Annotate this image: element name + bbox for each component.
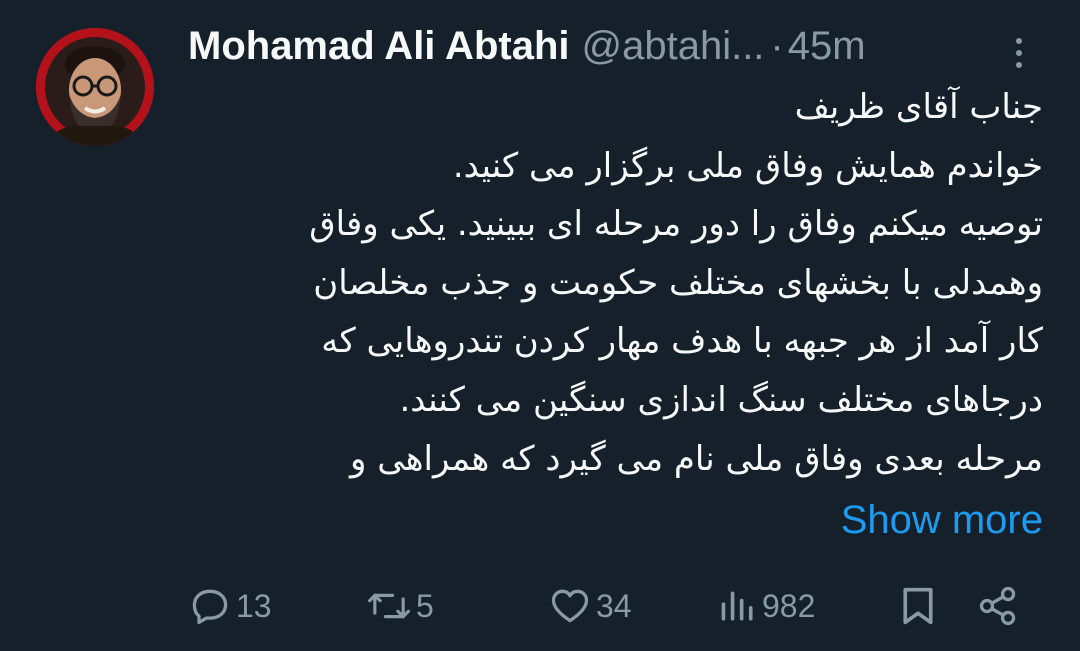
tweet-line: توصیه میکنم وفاق را دور مرحله ای ببینید.… — [309, 204, 1043, 245]
more-vertical-icon[interactable] — [1004, 28, 1034, 78]
tweet-timestamp[interactable]: 45m — [788, 24, 866, 69]
reply-button[interactable]: 13 — [188, 578, 272, 634]
views-chart-icon — [721, 591, 753, 621]
repost-count: 5 — [416, 587, 434, 624]
tweet-line: وهمدلی با بخشهای مختلف حکومت و جذب مخلصا… — [313, 262, 1043, 303]
header-separator: · — [770, 23, 784, 68]
tweet-line: مرحله بعدی وفاق ملی نام می گیرد که همراه… — [350, 438, 1043, 479]
author-handle[interactable]: @abtahi... — [581, 24, 764, 69]
reply-count: 13 — [236, 587, 272, 624]
action-bar: 13 5 34 982 — [0, 578, 1080, 634]
author-name[interactable]: Mohamad Ali Abtahi — [188, 24, 569, 69]
views-count: 982 — [762, 587, 816, 624]
tweet-text: جناب آقای ظریف خواندم همایش وفاق ملی برگ… — [188, 78, 1043, 488]
tweet-header: Mohamad Ali Abtahi @abtahi... · 45m — [188, 18, 1038, 74]
bookmark-icon — [903, 587, 933, 625]
heart-icon — [551, 589, 589, 623]
repost-button[interactable]: 5 — [366, 578, 434, 634]
like-button[interactable]: 34 — [548, 578, 632, 634]
repost-icon — [367, 593, 411, 619]
tweet-line: جناب آقای ظریف — [794, 87, 1043, 127]
tweet-line: خواندم همایش وفاق ملی برگزار می کنید. — [452, 145, 1043, 186]
like-count: 34 — [596, 587, 632, 624]
avatar[interactable] — [36, 28, 154, 146]
tweet-line: کار آمد از هر جبهه با هدف مهار کردن تندر… — [321, 321, 1043, 362]
views-button[interactable]: 982 — [718, 578, 815, 634]
tweet-line: درجاهای مختلف سنگ اندازی سنگین می کنند. — [399, 379, 1043, 420]
share-icon — [979, 586, 1016, 626]
show-more-link[interactable]: Show more — [841, 498, 1043, 543]
bookmark-button[interactable] — [898, 578, 938, 634]
reply-icon — [192, 589, 228, 625]
share-button[interactable] — [976, 578, 1020, 634]
